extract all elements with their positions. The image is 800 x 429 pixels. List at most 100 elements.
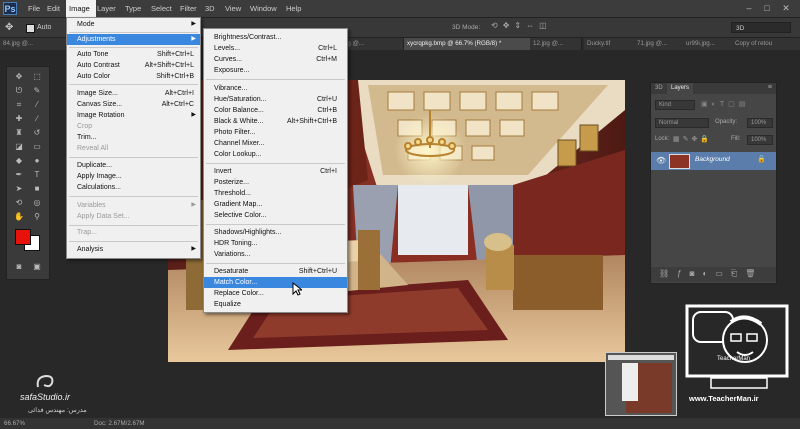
menu-item-match-color[interactable]: Match Color... [204,277,347,288]
menu-item-vibrance[interactable]: Vibrance... [204,83,347,94]
menu-layer[interactable]: Layer [94,0,119,17]
menu-view[interactable]: View [222,0,244,17]
menu-item-analysis[interactable]: Analysis ▶ [67,244,200,255]
layer-name[interactable]: Background [695,156,730,163]
menu-item-apply-image[interactable]: Apply Image... [67,171,200,182]
menu-item-image-rotation[interactable]: Image Rotation ▶ [67,110,200,121]
menu-item-variations[interactable]: Variations... [204,249,347,260]
menu-item-desaturate[interactable]: Desaturate Shift+Ctrl+U [204,266,347,277]
maximize-icon[interactable]: □ [762,3,772,13]
panel-menu-icon[interactable]: ≡ [768,84,772,91]
menu-help[interactable]: Help [283,0,304,17]
menu-item-equalize[interactable]: Equalize [204,299,347,310]
move-icon[interactable]: ✥ [11,71,27,82]
tab-copy-of-retou[interactable]: Copy of retou [732,38,800,50]
layer-action-icons[interactable]: ⛓ƒ◙◐▭⎗🗑 [659,269,774,279]
menu-item-channel-mixer[interactable]: Channel Mixer... [204,138,347,149]
tab-ur99i-jpg[interactable]: ur99i.jpg... [683,38,734,50]
pen-icon[interactable]: ✒ [11,169,27,180]
menu-item-calculations[interactable]: Calculations... [67,182,200,193]
shape-icon[interactable]: ■ [29,183,45,194]
layer-row-background[interactable]: 👁 Background 🔒 [651,152,776,170]
menu-item-canvas-size[interactable]: Canvas Size... Alt+Ctrl+C [67,99,200,110]
screen-mode-icon[interactable]: ▣ [29,261,45,272]
menu-item-color-lookup[interactable]: Color Lookup... [204,149,347,160]
menu-item-auto-tone[interactable]: Auto Tone Shift+Ctrl+L [67,49,200,60]
3d-rotate-icon[interactable]: ⟲ [11,197,27,208]
menu-item-auto-color[interactable]: Auto Color Shift+Ctrl+B [67,71,200,82]
foreground-color-swatch[interactable] [15,229,31,245]
menu-image[interactable]: Image [66,0,96,17]
tab-xycrqpkg-bmp[interactable]: xycrqpkg.bmp @ 66.7% (RGB/8) * [404,38,534,50]
menu-edit[interactable]: Edit [44,0,63,17]
fill-input[interactable]: 100% [747,135,773,145]
filter-icons[interactable]: ▣◐T▢▤ [701,100,771,110]
menu-item-duplicate[interactable]: Duplicate... [67,160,200,171]
lasso-icon[interactable]: ᘎ [11,85,27,96]
close-icon[interactable]: ✕ [781,3,791,13]
menu-item-shadows-highlights[interactable]: Shadows/Highlights... [204,227,347,238]
menu-item-threshold[interactable]: Threshold... [204,188,347,199]
eyedropper-icon[interactable]: ⁄ [29,99,45,110]
menu-item-posterize[interactable]: Posterize... [204,177,347,188]
quick-select-icon[interactable]: ✎ [29,85,45,96]
dodge-icon[interactable]: ● [29,155,45,166]
auto-select-checkbox[interactable] [26,24,35,33]
menu-item-levels[interactable]: Levels... Ctrl+L [204,43,347,54]
tab-3d[interactable]: 3D [651,83,667,94]
tab-ducky-tif[interactable]: Ducky.tif [584,38,636,50]
kind-filter-select[interactable]: Kind [655,100,695,110]
menu-item-black-white[interactable]: Black & White... Alt+Shift+Ctrl+B [204,116,347,127]
marquee-icon[interactable]: ⬚ [29,71,45,82]
menu-item-hue-saturation[interactable]: Hue/Saturation... Ctrl+U [204,94,347,105]
workspace-select[interactable]: 3D [731,22,791,33]
history-brush-icon[interactable]: ↺ [29,127,45,138]
stamp-icon[interactable]: ♜ [11,127,27,138]
menu-item-brightness-contrast[interactable]: Brightness/Contrast... [204,32,347,43]
menu-item-exposure[interactable]: Exposure... [204,65,347,76]
tab-71-jpg[interactable]: 71.jpg @... [634,38,686,50]
menu-item-curves[interactable]: Curves... Ctrl+M [204,54,347,65]
path-select-icon[interactable]: ➤ [11,183,27,194]
blend-mode-select[interactable]: Normal [655,118,709,128]
menu-item-color-balance[interactable]: Color Balance... Ctrl+B [204,105,347,116]
tab-12-jpg[interactable]: 12.jpg @... [530,38,582,50]
menu-item-photo-filter[interactable]: Photo Filter... [204,127,347,138]
brush-icon[interactable]: ∕ [29,113,45,124]
menu-item-hdr-toning[interactable]: HDR Toning... [204,238,347,249]
hand-icon[interactable]: ✋ [11,211,27,222]
menu-filter[interactable]: Filter [177,0,200,17]
menu-item-adjustments[interactable]: Adjustments ▶ [67,34,200,45]
lock-icons[interactable]: ▦✎✥🔒 [673,135,723,145]
opacity-input[interactable]: 100% [747,118,773,128]
menu-item-auto-contrast[interactable]: Auto Contrast Alt+Shift+Ctrl+L [67,60,200,71]
menu-item-mode[interactable]: Mode ▶ [67,19,200,30]
tab-84-jpg[interactable]: 84.jpg @... [0,38,67,50]
type-icon[interactable]: T [29,169,45,180]
menu-item-trim[interactable]: Trim... [67,132,200,143]
move-tool-icon[interactable]: ✥ [5,21,19,34]
crop-icon[interactable]: ⌗ [11,99,27,110]
menu-item-selective-color[interactable]: Selective Color... [204,210,347,221]
menu-window[interactable]: Window [247,0,280,17]
visibility-eye-icon[interactable]: 👁 [656,156,666,165]
zoom-icon[interactable]: ⚲ [29,211,45,222]
menu-item-invert[interactable]: Invert Ctrl+I [204,166,347,177]
menu-type[interactable]: Type [122,0,144,17]
3d-camera-icon[interactable]: ◎ [29,197,45,208]
menu-item-replace-color[interactable]: Replace Color... [204,288,347,299]
gradient-icon[interactable]: ▭ [29,141,45,152]
menu-3d[interactable]: 3D [202,0,218,17]
menu-file[interactable]: File [25,0,43,17]
menu-item-image-size[interactable]: Image Size... Alt+Ctrl+I [67,88,200,99]
quick-mask-icon[interactable]: ◙ [11,261,27,272]
menu-item-gradient-map[interactable]: Gradient Map... [204,199,347,210]
blur-icon[interactable]: ◆ [11,155,27,166]
eraser-icon[interactable]: ◪ [11,141,27,152]
3d-mode-icons[interactable]: ⟲✥⇕⇔◫ [491,21,581,33]
healing-icon[interactable]: ✚ [11,113,27,124]
minimize-icon[interactable]: – [744,3,754,13]
tab-layers[interactable]: Layers [667,83,694,94]
zoom-level[interactable]: 66.67% [4,418,25,429]
menu-select[interactable]: Select [148,0,175,17]
